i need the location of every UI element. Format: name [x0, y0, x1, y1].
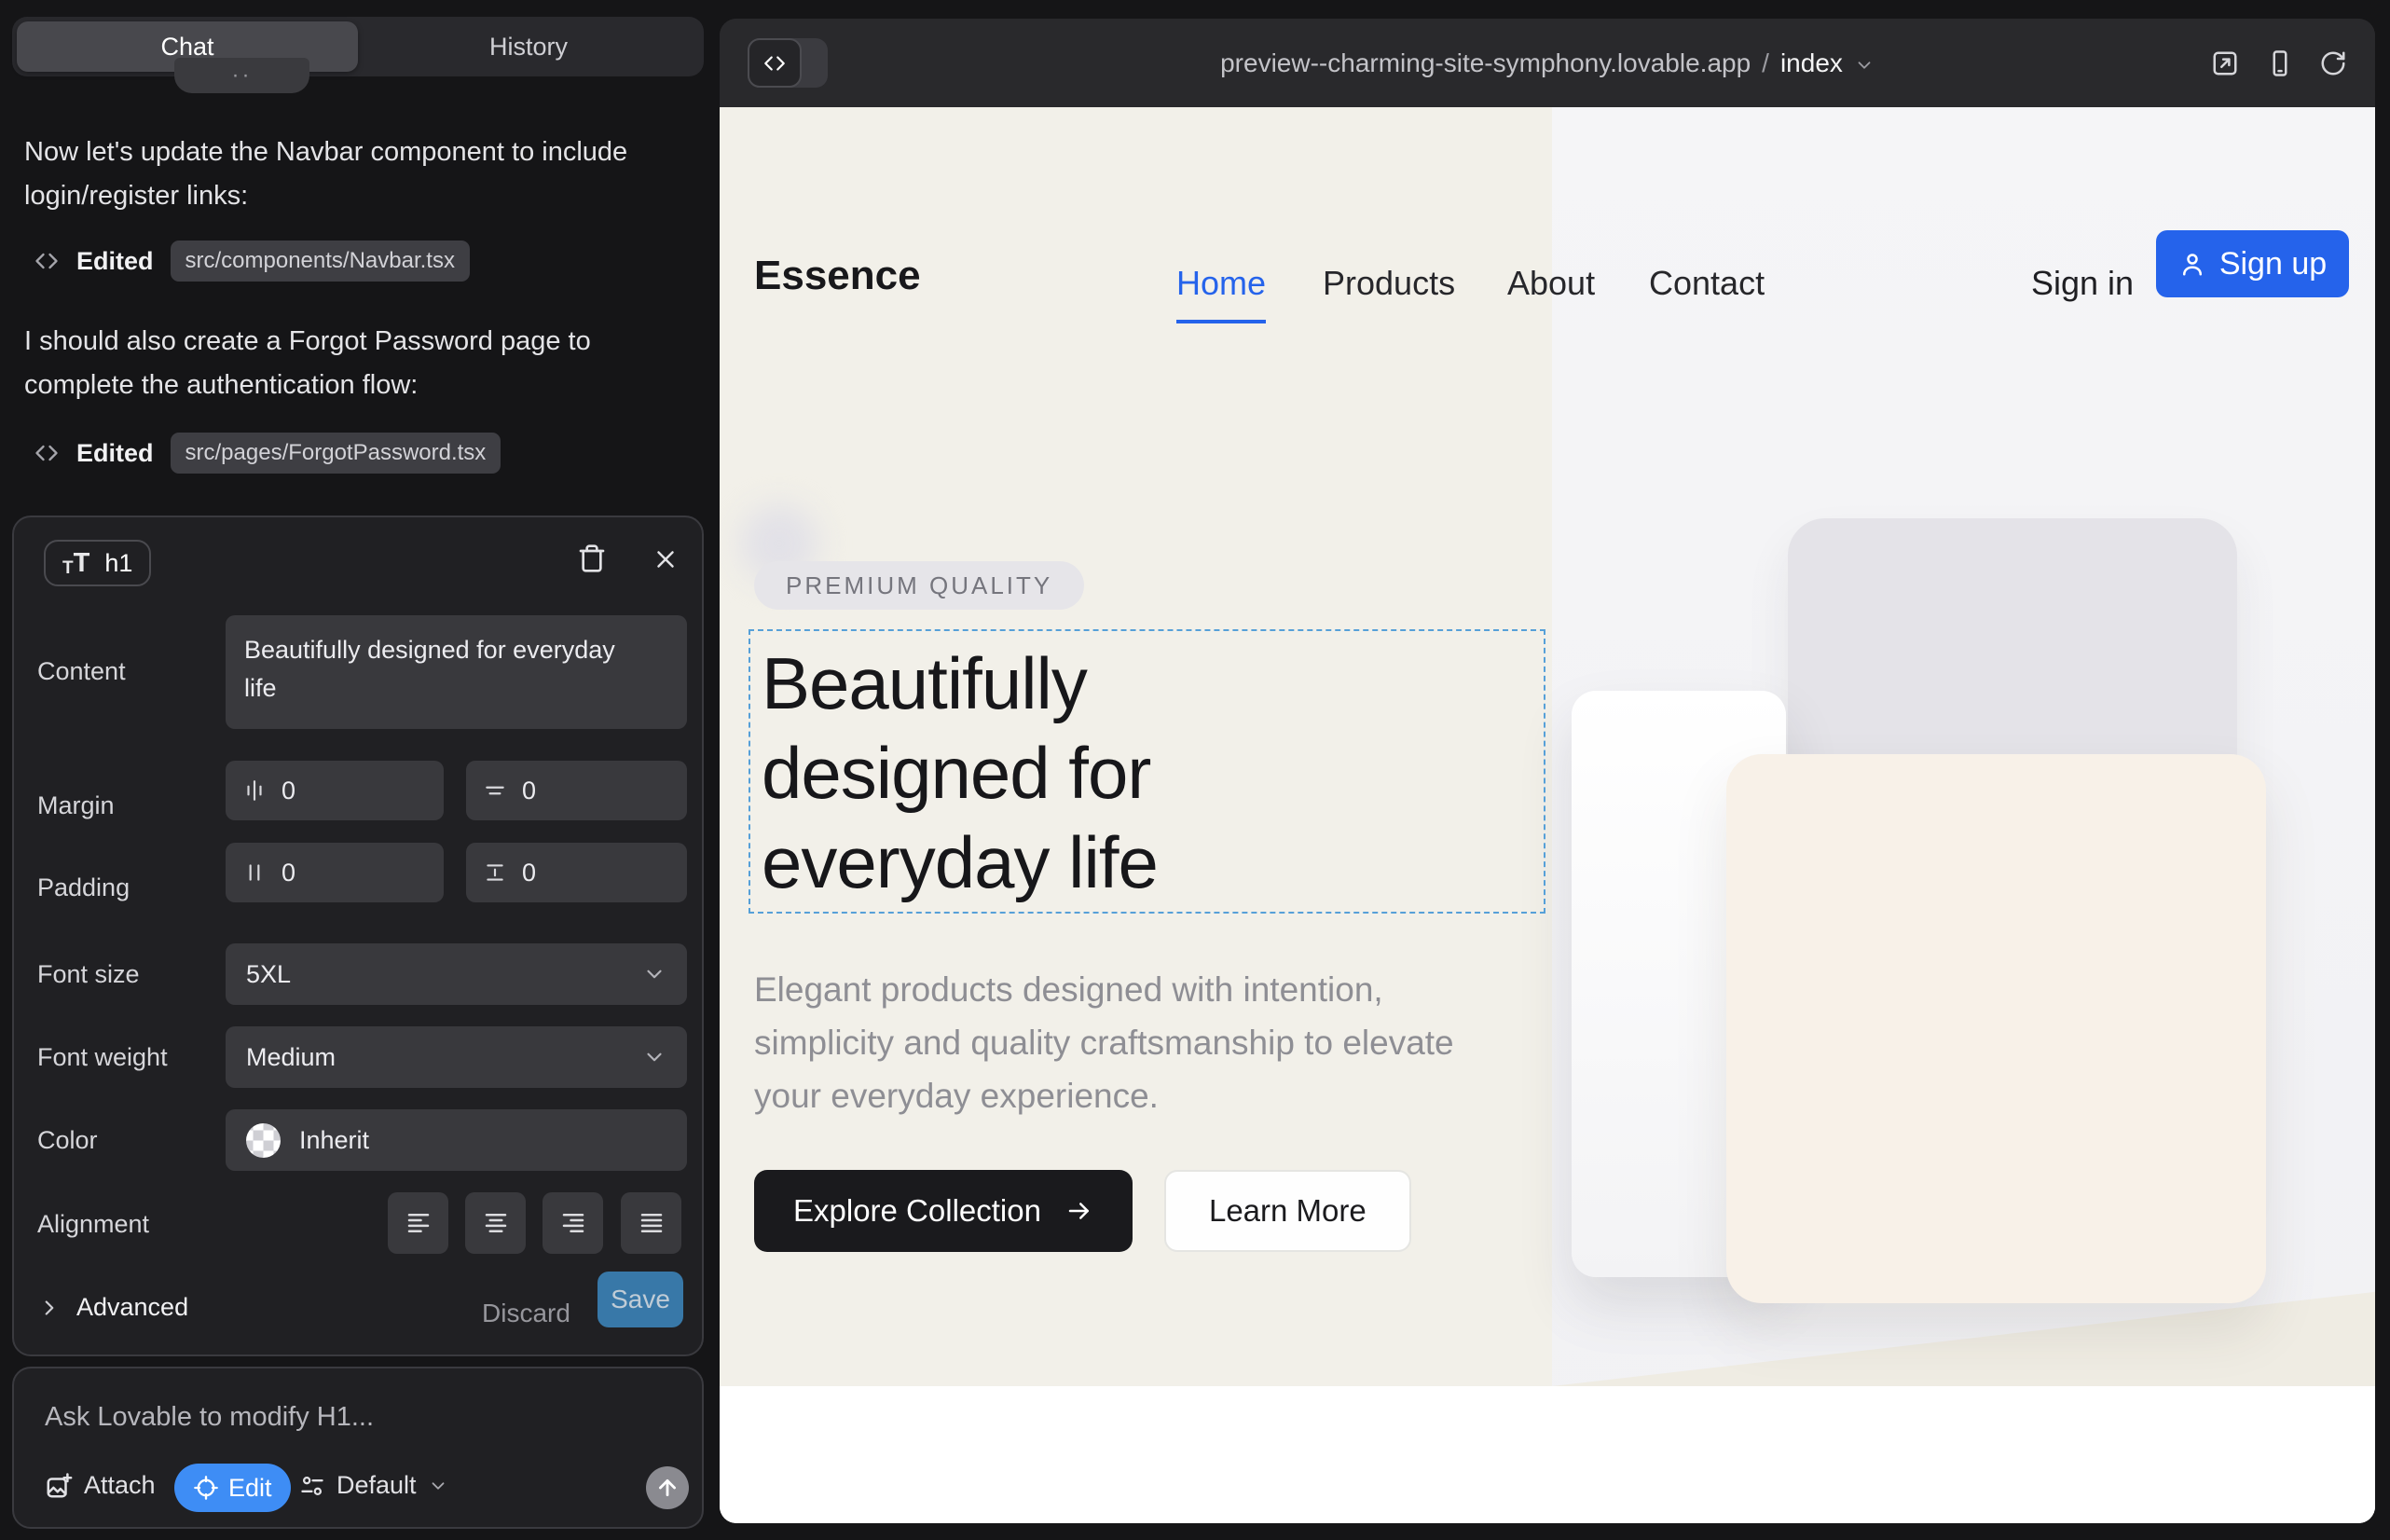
prompt-composer: Ask Lovable to modify H1... Attach Edit … [12, 1367, 704, 1529]
site-navbar: Essence Home Products About Contact Sign… [720, 107, 2375, 331]
hero-heading[interactable]: Beautifully designed for everyday life [762, 639, 1358, 907]
preview-url-bar[interactable]: preview--charming-site-symphony.lovable.… [720, 19, 2375, 107]
element-selection-outline[interactable]: Beautifully designed for everyday life [749, 629, 1545, 914]
align-justify-button[interactable] [621, 1192, 681, 1254]
save-button[interactable]: Save [598, 1272, 683, 1327]
edited-file-row[interactable]: Edited src/pages/ForgotPassword.tsx [34, 433, 501, 474]
nav-link-about[interactable]: About [1507, 264, 1595, 303]
arrow-right-icon [1065, 1197, 1093, 1225]
color-swatch [246, 1123, 281, 1158]
chevron-down-icon [1854, 55, 1875, 76]
mobile-view-icon[interactable] [2266, 49, 2294, 77]
user-icon [2178, 250, 2206, 278]
open-external-icon[interactable] [2211, 49, 2239, 77]
discard-button[interactable]: Discard [482, 1299, 570, 1328]
font-size-label: Font size [37, 960, 140, 989]
margin-label: Margin [37, 791, 115, 820]
chevron-right-icon [37, 1296, 62, 1320]
edited-label: Edited [76, 247, 154, 276]
section-below-hero [720, 1386, 2375, 1523]
padding-x-input[interactable]: 0 [226, 843, 444, 902]
align-left-button[interactable] [388, 1192, 448, 1254]
margin-vertical-icon [483, 778, 507, 803]
margin-horizontal-icon [242, 778, 267, 803]
preview-toolbar: preview--charming-site-symphony.lovable.… [720, 19, 2375, 107]
edited-file-row[interactable]: Edited src/components/Navbar.tsx [34, 241, 470, 282]
hero-cta-row: Explore Collection Learn More [754, 1170, 1411, 1252]
explore-collection-button[interactable]: Explore Collection [754, 1170, 1133, 1252]
hero-paragraph: Elegant products designed with intention… [754, 963, 1481, 1122]
align-right-button[interactable] [543, 1192, 603, 1254]
padding-y-input[interactable]: 0 [466, 843, 687, 902]
content-label: Content [37, 657, 126, 686]
image-plus-icon [45, 1472, 73, 1500]
color-picker-field[interactable]: Inherit [226, 1109, 687, 1171]
padding-horizontal-icon [242, 860, 267, 885]
nav-link-contact[interactable]: Contact [1649, 264, 1765, 303]
sign-up-button[interactable]: Sign up [2156, 230, 2349, 297]
chat-sidebar: Chat History ·· Now let's update the Nav… [0, 0, 720, 1540]
mode-select[interactable]: Default [299, 1471, 448, 1500]
decorative-card-beige [1726, 754, 2266, 1303]
nav-link-home[interactable]: Home [1176, 264, 1266, 303]
advanced-toggle[interactable]: Advanced [37, 1293, 188, 1322]
nav-link-products[interactable]: Products [1323, 264, 1455, 303]
chat-message: I should also create a Forgot Password p… [24, 320, 699, 407]
font-weight-select[interactable]: Medium [226, 1026, 687, 1088]
alignment-label: Alignment [37, 1210, 149, 1239]
edited-file-pill[interactable]: src/components/Navbar.tsx [171, 241, 470, 282]
font-weight-label: Font weight [37, 1043, 168, 1072]
chevron-down-icon [642, 962, 666, 986]
prompt-input[interactable]: Ask Lovable to modify H1... [45, 1402, 374, 1433]
type-icon: TT [62, 550, 93, 577]
margin-x-input[interactable]: 0 [226, 761, 444, 820]
send-button[interactable] [646, 1466, 689, 1509]
premium-quality-badge: PREMIUM QUALITY [754, 561, 1084, 610]
content-input[interactable]: Beautifully designed for everyday life [226, 615, 687, 729]
rendered-site: Essence Home Products About Contact Sign… [720, 107, 2375, 1523]
color-label: Color [37, 1126, 98, 1155]
edit-mode-button[interactable]: Edit [174, 1464, 291, 1512]
selected-element-tag[interactable]: TT h1 [44, 540, 151, 586]
refresh-icon[interactable] [2319, 49, 2347, 77]
chevron-down-icon [428, 1476, 448, 1496]
align-center-button[interactable] [465, 1192, 526, 1254]
site-logo[interactable]: Essence [754, 253, 921, 299]
sliders-icon [299, 1473, 325, 1499]
preview-page: index [1780, 48, 1843, 78]
edited-label: Edited [76, 439, 154, 468]
chat-history-tabs: Chat History [12, 17, 704, 76]
code-icon [34, 440, 60, 466]
preview-url: preview--charming-site-symphony.lovable.… [1220, 48, 1751, 78]
learn-more-button[interactable]: Learn More [1164, 1170, 1411, 1252]
delete-element-button[interactable] [577, 543, 607, 573]
attach-button[interactable]: Attach [45, 1471, 156, 1500]
padding-label: Padding [37, 873, 130, 902]
close-icon[interactable] [652, 545, 680, 573]
font-size-select[interactable]: 5XL [226, 943, 687, 1005]
padding-vertical-icon [483, 860, 507, 885]
element-editor-panel: TT h1 Content Beautifully designed for e… [12, 516, 704, 1356]
scrolled-pill[interactable]: ·· [174, 58, 309, 93]
target-icon [193, 1475, 219, 1501]
tab-history[interactable]: History [358, 21, 699, 72]
edited-file-pill[interactable]: src/pages/ForgotPassword.tsx [171, 433, 501, 474]
code-icon [34, 248, 60, 274]
chevron-down-icon [642, 1045, 666, 1069]
preview-window: preview--charming-site-symphony.lovable.… [720, 19, 2375, 1523]
sign-in-link[interactable]: Sign in [2031, 264, 2134, 303]
chat-message: Now let's update the Navbar component to… [24, 131, 699, 218]
margin-y-input[interactable]: 0 [466, 761, 687, 820]
